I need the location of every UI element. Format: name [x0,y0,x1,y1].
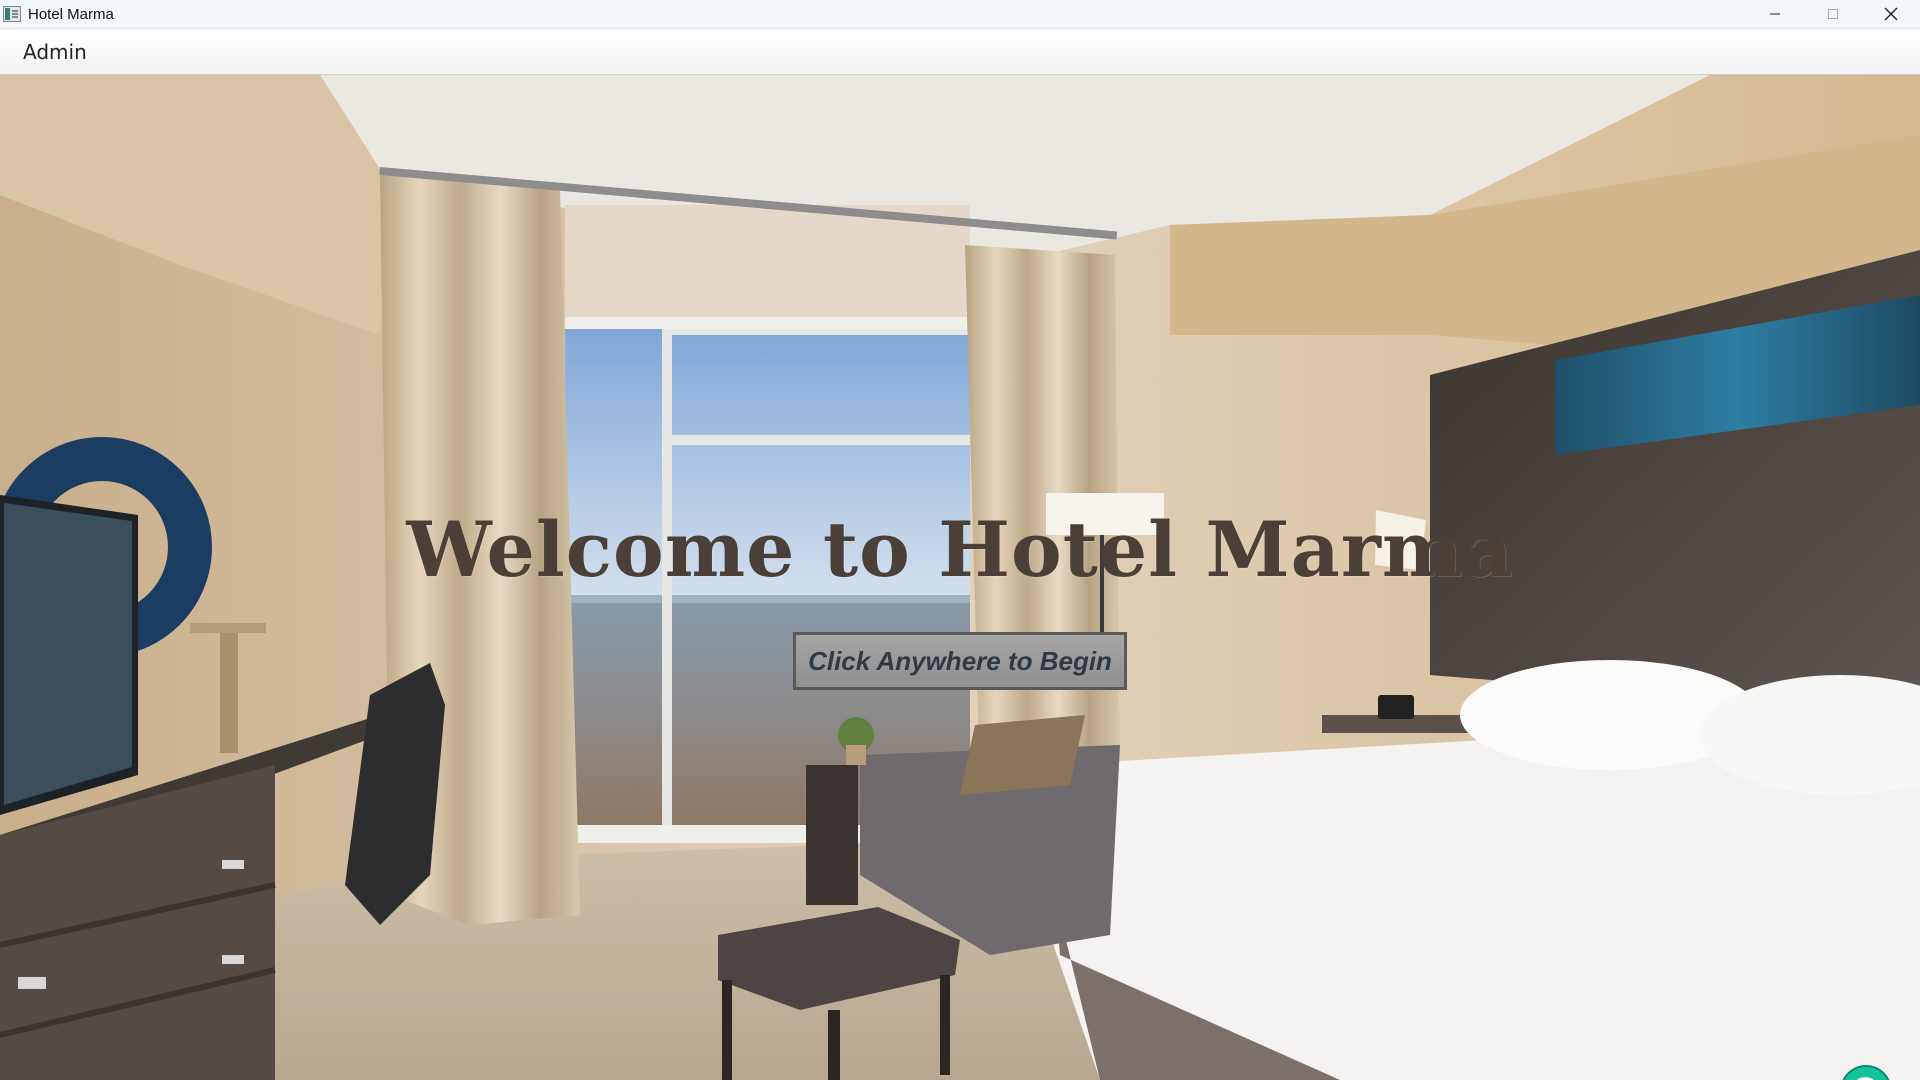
welcome-scene[interactable]: Welcome to Hotel Marma Click Anywhere to… [0,75,1920,1080]
window-controls [1746,0,1920,28]
maximize-icon [1828,9,1838,19]
close-icon [1884,7,1898,21]
close-button[interactable] [1862,0,1920,28]
welcome-heading: Welcome to Hotel Marma [406,505,1514,594]
minimize-button[interactable] [1746,0,1804,28]
menu-bar: Admin [0,29,1920,75]
maximize-button[interactable] [1804,0,1862,28]
menu-item-admin[interactable]: Admin [23,36,87,68]
minimize-icon [1770,13,1780,15]
app-icon [3,6,21,22]
begin-button[interactable]: Click Anywhere to Begin [793,632,1127,690]
window-title-bar: Hotel Marma [0,0,1920,29]
window-title: Hotel Marma [28,5,114,23]
grammarly-g-icon-glyph [1856,1077,1874,1080]
